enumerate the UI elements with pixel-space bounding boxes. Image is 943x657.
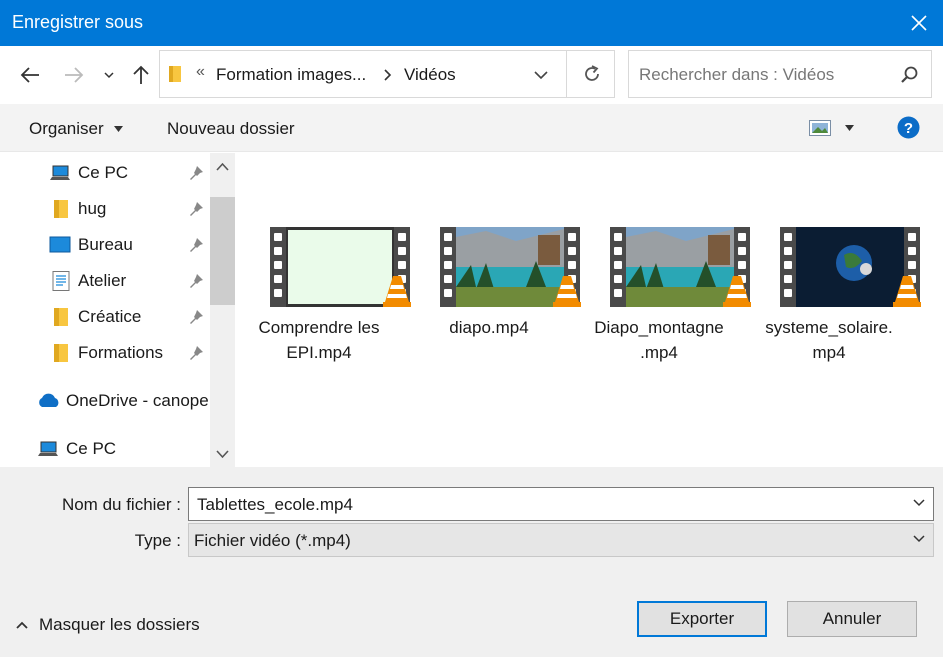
sidebar-item-creatice[interactable]: Créatice [49, 299, 209, 333]
sidebar-item-label: OneDrive - canope [66, 391, 209, 410]
chevron-down-icon[interactable] [913, 499, 925, 507]
help-icon[interactable]: ? [897, 116, 920, 139]
filename-value[interactable]: Tablettes_ecole.mp4 [197, 495, 353, 515]
video-thumbnail [440, 227, 581, 307]
hide-folders-label: Masquer les dossiers [39, 615, 200, 634]
refresh-icon [585, 65, 599, 81]
new-folder-button[interactable]: Nouveau dossier [167, 119, 295, 139]
cloud-icon [39, 393, 59, 407]
pin-icon[interactable] [188, 309, 204, 325]
desktop-icon [49, 236, 71, 253]
window-title: Enregistrer sous [12, 12, 144, 32]
vlc-cone-icon [723, 276, 751, 307]
close-icon[interactable] [905, 9, 933, 37]
svg-text:?: ? [904, 120, 913, 137]
chevron-right-icon[interactable] [382, 67, 394, 83]
computer-icon [50, 165, 70, 180]
sidebar-item-label: Atelier [78, 271, 127, 290]
pin-icon[interactable] [188, 165, 204, 181]
scroll-down-icon[interactable] [216, 449, 229, 459]
file-item[interactable]: Comprendre les EPI.mp4 [244, 227, 411, 365]
folder-icon [54, 308, 68, 326]
address-bar[interactable]: « Formation images... Vidéos [159, 50, 615, 98]
recent-locations-chevron-icon[interactable] [102, 62, 116, 88]
save-form-panel: Nom du fichier : Tablettes_ecole.mp4 Typ… [0, 467, 943, 657]
breadcrumb-item-current[interactable]: Vidéos [404, 65, 456, 85]
breadcrumb-item[interactable]: Formation images... [216, 65, 366, 85]
computer-icon [38, 441, 58, 456]
folder-icon [169, 66, 181, 82]
back-arrow-icon[interactable] [17, 62, 43, 88]
sidebar-item-label: hug [78, 199, 107, 218]
file-name: systeme_solaire. mp4 [765, 318, 893, 362]
vlc-cone-icon [383, 276, 411, 307]
filetype-value: Fichier vidéo (*.mp4) [194, 531, 351, 550]
filetype-label: Type : [134, 531, 181, 550]
folder-icon [54, 200, 68, 218]
sidebar-item-ce-pc[interactable]: Ce PC [49, 155, 209, 189]
search-icon[interactable] [899, 65, 919, 85]
filename-field[interactable]: Tablettes_ecole.mp4 [188, 487, 934, 521]
navigation-row: « Formation images... Vidéos [0, 46, 943, 104]
caret-down-icon[interactable] [845, 125, 854, 131]
scroll-up-icon[interactable] [216, 162, 229, 172]
command-toolbar: Organiser Nouveau dossier ? [0, 104, 943, 152]
sidebar-scrollbar[interactable] [210, 153, 235, 467]
sidebar-item-label: Ce PC [66, 439, 117, 458]
file-list: Comprendre les EPI.mp4 diapo.mp4 Diapo_m… [236, 153, 943, 467]
sidebar-item-label: Créatice [78, 307, 142, 326]
folder-icon [54, 344, 68, 362]
refresh-button[interactable] [566, 51, 615, 97]
file-item[interactable]: diapo.mp4 [414, 227, 581, 340]
organiser-menu[interactable]: Organiser [29, 119, 104, 139]
sidebar-item-label: Ce PC [78, 163, 129, 182]
video-thumbnail [270, 227, 411, 307]
file-item[interactable]: systeme_solaire. mp4 [754, 227, 921, 365]
scrollbar-thumb[interactable] [210, 197, 235, 305]
sidebar-item-atelier[interactable]: Atelier [49, 263, 209, 297]
sidebar-item-ce-pc-root[interactable]: Ce PC [37, 431, 207, 465]
filetype-select[interactable]: Fichier vidéo (*.mp4) [188, 523, 934, 557]
sidebar-item-bureau[interactable]: Bureau [49, 227, 209, 261]
caret-down-icon[interactable] [114, 126, 123, 132]
filename-row: Nom du fichier : Tablettes_ecole.mp4 [0, 487, 943, 521]
sidebar-item-formations[interactable]: Formations [49, 335, 209, 369]
vlc-cone-icon [893, 276, 921, 307]
chevron-up-icon [16, 621, 28, 629]
video-thumbnail [610, 227, 751, 307]
export-button[interactable]: Exporter [637, 601, 767, 637]
pin-icon[interactable] [188, 273, 204, 289]
document-icon [52, 271, 70, 291]
sidebar-item-label: Formations [78, 343, 164, 362]
file-item[interactable]: Diapo_montagne .mp4 [584, 227, 751, 365]
filename-label: Nom du fichier : [61, 495, 181, 514]
video-thumbnail [780, 227, 921, 307]
title-bar: Enregistrer sous [0, 0, 943, 46]
search-box[interactable] [628, 50, 932, 98]
sidebar-item-hug[interactable]: hug [49, 191, 209, 225]
pin-icon[interactable] [188, 237, 204, 253]
view-options-icon[interactable] [809, 120, 831, 136]
file-name: diapo.mp4 [449, 318, 529, 337]
overflow-chevron[interactable]: « [196, 63, 205, 81]
pin-icon[interactable] [188, 201, 204, 217]
navigation-pane: Ce PC hug Bureau Atelier Créatice Format… [0, 153, 210, 467]
sidebar-item-onedrive[interactable]: OneDrive - canope [36, 383, 210, 417]
sidebar-item-label: Bureau [78, 235, 133, 254]
cancel-button[interactable]: Annuler [787, 601, 917, 637]
pin-icon[interactable] [188, 345, 204, 361]
chevron-down-icon[interactable] [532, 67, 550, 83]
chevron-down-icon[interactable] [913, 535, 925, 543]
vlc-cone-icon [553, 276, 581, 307]
file-name: Comprendre les EPI.mp4 [258, 318, 380, 362]
forward-arrow-icon[interactable] [61, 62, 87, 88]
search-input[interactable] [639, 63, 889, 87]
filetype-row: Type : Fichier vidéo (*.mp4) [0, 523, 943, 557]
file-name: Diapo_montagne .mp4 [594, 318, 724, 362]
up-arrow-icon[interactable] [128, 62, 154, 88]
